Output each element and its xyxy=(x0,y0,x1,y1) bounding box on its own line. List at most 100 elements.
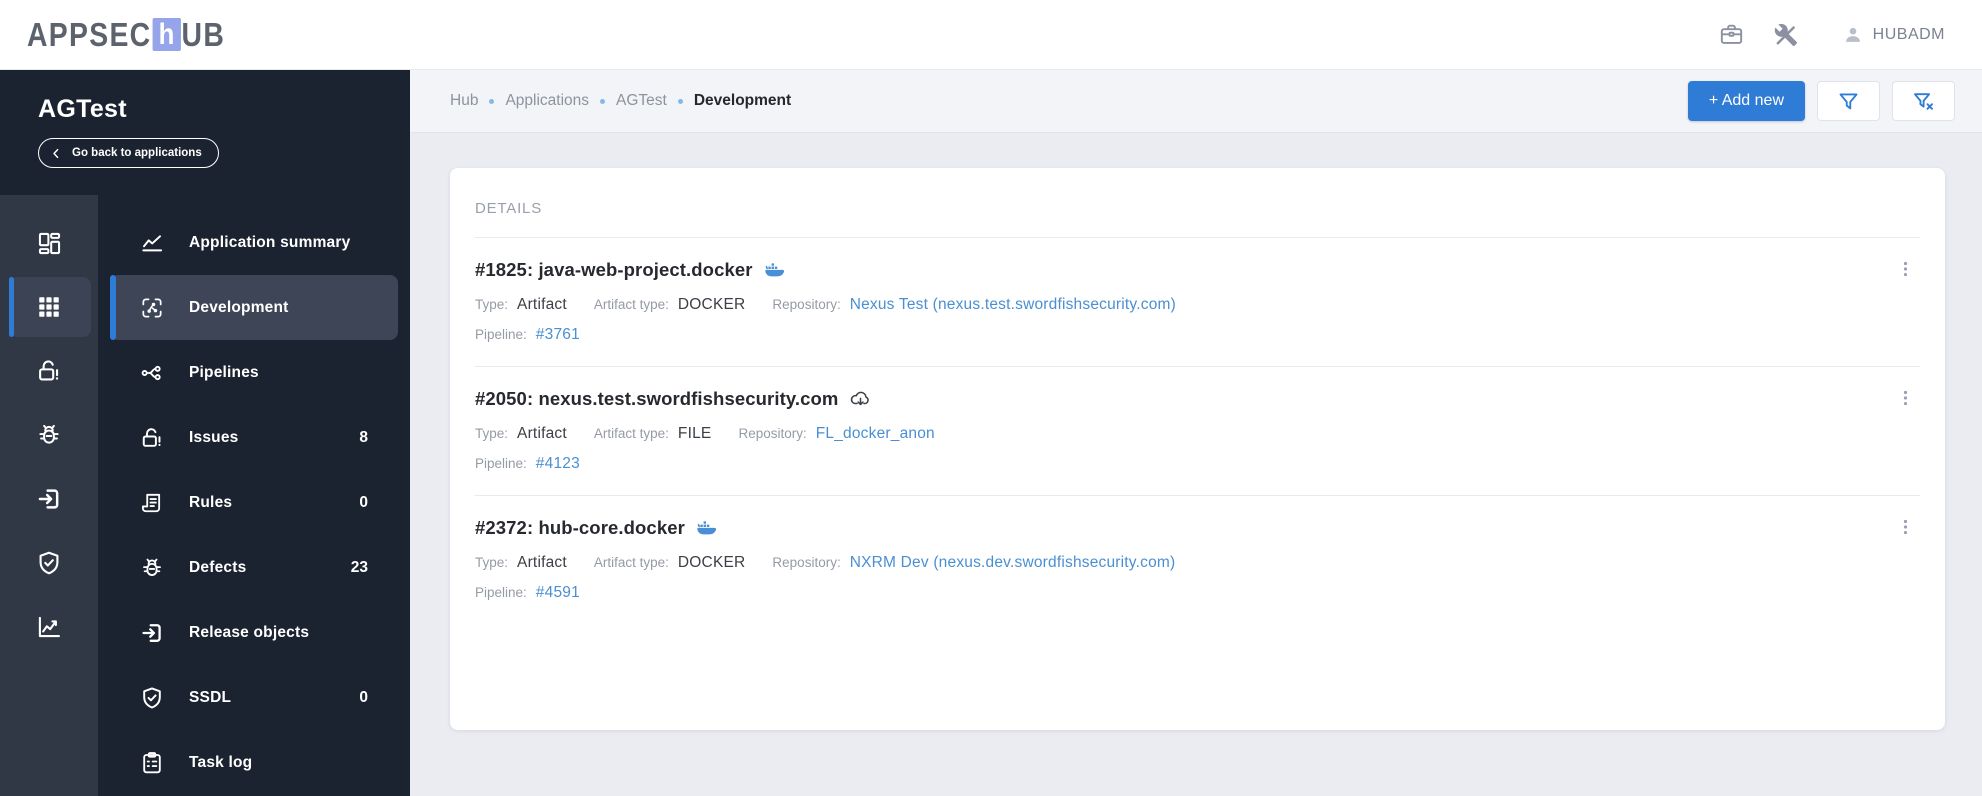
type-value: Artifact xyxy=(517,425,567,442)
sidebar: AGTest Go back to applications Applicati… xyxy=(0,70,410,796)
sidebar-item-defects[interactable]: Defects 23 xyxy=(110,535,398,600)
breadcrumb: Hub Applications AGTest Development xyxy=(450,92,791,110)
type-label: Type: xyxy=(475,297,509,312)
artifact-title: #2050: nexus.test.swordfishsecurity.com xyxy=(475,388,839,409)
cloud-download-icon xyxy=(849,388,872,411)
artifact-type-value: DOCKER xyxy=(677,554,746,571)
pipeline-link[interactable]: #3761 xyxy=(536,326,580,344)
breadcrumb-agtest[interactable]: AGTest xyxy=(616,92,667,110)
filter-button[interactable] xyxy=(1817,81,1880,121)
main-area: Hub Applications AGTest Development + Ad… xyxy=(410,70,1982,796)
count-badge: 0 xyxy=(359,493,368,511)
pipeline-label: Pipeline: xyxy=(475,456,527,471)
artifact-title: #2372: hub-core.docker xyxy=(475,517,685,538)
artifact-type-value: FILE xyxy=(677,425,712,442)
briefcase-icon[interactable] xyxy=(1718,21,1745,48)
kebab-icon xyxy=(1896,258,1915,280)
rail-item-applications[interactable] xyxy=(0,275,98,339)
user-icon xyxy=(1842,24,1864,46)
dashboard-icon xyxy=(36,230,63,257)
artifact-type-label: Artifact type: xyxy=(593,297,669,312)
dev-branch-icon xyxy=(138,295,165,321)
app-logo[interactable]: APPSEC h UB xyxy=(27,16,225,54)
pipeline-label: Pipeline: xyxy=(475,327,527,342)
rail-item-defects[interactable] xyxy=(0,403,98,467)
app-header: APPSEC h UB HUBADM xyxy=(0,0,1982,70)
enter-icon xyxy=(138,620,165,646)
filter-icon xyxy=(1836,89,1861,114)
shield-check-icon xyxy=(35,549,63,577)
rail-item-dashboard[interactable] xyxy=(0,211,98,275)
apps-grid-icon xyxy=(36,294,62,320)
clear-filter-button[interactable] xyxy=(1892,81,1955,121)
add-new-button[interactable]: + Add new xyxy=(1687,81,1805,121)
pipeline-link[interactable]: #4123 xyxy=(536,455,580,473)
sidebar-item-issues[interactable]: Issues 8 xyxy=(110,405,398,470)
go-back-label: Go back to applications xyxy=(72,147,202,159)
sidebar-item-release-objects[interactable]: Release objects xyxy=(110,600,398,665)
username: HUBADM xyxy=(1872,25,1945,43)
artifact-card: #2372: hub-core.docker Type: Artifact Art… xyxy=(475,496,1920,624)
page-toolbar: Hub Applications AGTest Development + Ad… xyxy=(410,70,1982,133)
artifact-type-label: Artifact type: xyxy=(593,555,669,570)
kebab-icon xyxy=(1896,387,1915,409)
chart-icon xyxy=(35,613,63,641)
type-value: Artifact xyxy=(517,296,567,313)
docker-whale-icon xyxy=(764,262,785,279)
app-name: AGTest xyxy=(38,95,127,123)
shield-check-icon xyxy=(138,685,165,711)
count-badge: 23 xyxy=(350,558,368,576)
artifact-title: #1825: java-web-project.docker xyxy=(475,259,753,280)
pipeline-fork-icon xyxy=(138,360,165,386)
filter-clear-icon xyxy=(1911,89,1936,114)
repository-link[interactable]: FL_docker_anon xyxy=(816,425,935,443)
rail-item-reports[interactable] xyxy=(0,595,98,659)
type-label: Type: xyxy=(475,555,509,570)
bug-icon xyxy=(35,421,63,449)
rail-item-release[interactable] xyxy=(0,467,98,531)
sidebar-item-development[interactable]: Development xyxy=(110,275,398,340)
logo-h-badge: h xyxy=(152,18,181,51)
breadcrumb-hub[interactable]: Hub xyxy=(450,92,478,110)
tools-icon[interactable] xyxy=(1773,21,1800,48)
card-menu-button[interactable] xyxy=(1890,510,1920,544)
bug-icon xyxy=(138,555,165,581)
clipboard-icon xyxy=(138,750,165,776)
logo-text-pre: APPSEC xyxy=(27,15,152,53)
sidebar-item-ssdl[interactable]: SSDL 0 xyxy=(110,665,398,730)
details-panel: DETAILS #1825: java-web-project.docker T… xyxy=(450,168,1945,730)
line-chart-icon xyxy=(138,230,165,256)
sidebar-menu: Application summary Development Pipeline… xyxy=(98,195,410,796)
repository-link[interactable]: NXRM Dev (nexus.dev.swordfishsecurity.co… xyxy=(850,554,1176,572)
rail-item-issues[interactable] xyxy=(0,339,98,403)
breadcrumb-current: Development xyxy=(693,92,792,109)
user-menu[interactable]: HUBADM xyxy=(1842,24,1945,46)
docker-whale-icon xyxy=(696,520,717,537)
artifact-card: #2050: nexus.test.swordfishsecurity.com … xyxy=(475,367,1920,495)
breadcrumb-separator-dot xyxy=(489,98,495,104)
breadcrumb-separator-dot xyxy=(600,98,606,104)
sidebar-item-rules[interactable]: Rules 0 xyxy=(110,470,398,535)
breadcrumb-separator-dot xyxy=(677,98,683,104)
repository-label: Repository: xyxy=(738,426,807,441)
go-back-button[interactable]: Go back to applications xyxy=(38,138,219,168)
count-badge: 0 xyxy=(359,688,368,706)
breadcrumb-applications[interactable]: Applications xyxy=(505,92,589,110)
card-menu-button[interactable] xyxy=(1890,252,1920,286)
artifact-type-label: Artifact type: xyxy=(593,426,669,441)
repository-label: Repository: xyxy=(772,297,841,312)
logo-text-post: UB xyxy=(181,15,226,53)
rail-item-ssdl[interactable] xyxy=(0,531,98,595)
sidebar-item-task-log[interactable]: Task log xyxy=(110,730,398,795)
enter-icon xyxy=(35,485,63,513)
scroll-icon xyxy=(138,490,165,516)
repository-link[interactable]: Nexus Test (nexus.test.swordfishsecurity… xyxy=(850,296,1176,314)
card-menu-button[interactable] xyxy=(1890,381,1920,415)
sidebar-item-application-summary[interactable]: Application summary xyxy=(110,210,398,275)
chevron-left-icon xyxy=(49,146,64,161)
pipeline-label: Pipeline: xyxy=(475,585,527,600)
sidebar-item-pipelines[interactable]: Pipelines xyxy=(110,340,398,405)
lock-open-alert-icon xyxy=(35,357,63,385)
pipeline-link[interactable]: #4591 xyxy=(536,584,580,602)
details-heading: DETAILS xyxy=(475,200,543,217)
